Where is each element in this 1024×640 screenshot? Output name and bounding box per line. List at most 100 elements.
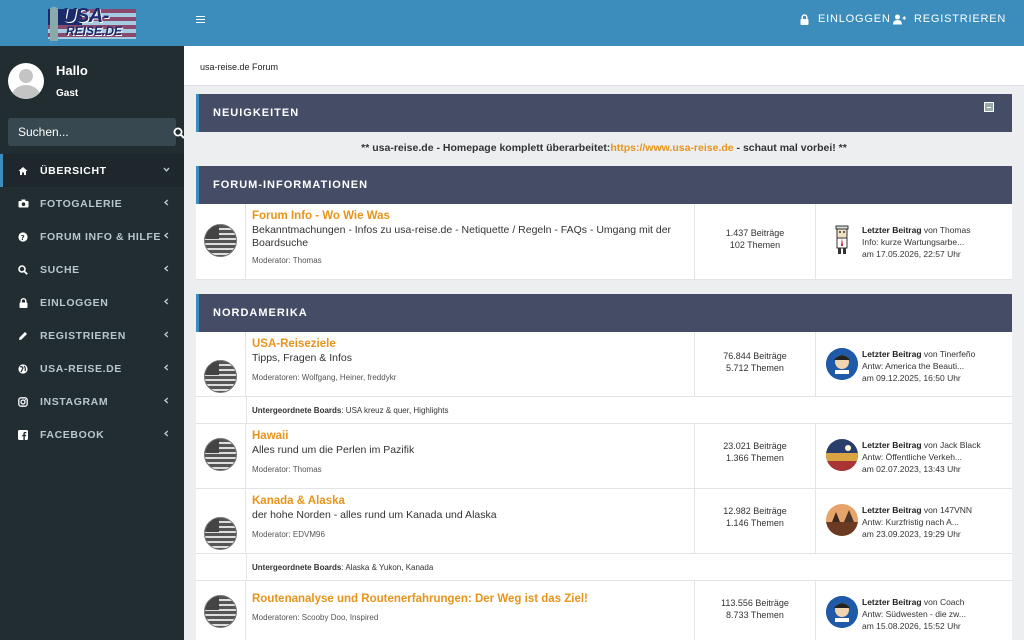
- register-link[interactable]: REGISTRIEREN: [893, 13, 1006, 25]
- sidebar-item-label: FORUM INFO & HILFE: [40, 230, 162, 243]
- board-topics: 8.733 Themen: [726, 610, 784, 620]
- board-title-link[interactable]: Forum Info - Wo Wie Was: [252, 210, 692, 222]
- login-link[interactable]: EINLOGGEN: [800, 13, 891, 25]
- board-moderator: Moderator: EDVM96: [252, 530, 325, 539]
- sub-boards-links[interactable]: : USA kreuz & quer, Highlights: [341, 406, 448, 415]
- last-post-author[interactable]: von Thomas: [922, 225, 971, 235]
- sidebar-item-label: ÜBERSICHT: [40, 164, 107, 177]
- board-topics: 5.712 Themen: [726, 363, 784, 373]
- user-name: Gast: [56, 88, 79, 99]
- chevron-left-icon: [163, 396, 170, 407]
- sidebar-toggle-icon[interactable]: [196, 16, 205, 23]
- sidebar-item-facebook[interactable]: FACEBOOK: [0, 418, 184, 451]
- board-info: USA-Reiseziele Tipps, Fragen & Infos Mod…: [252, 338, 692, 382]
- chevron-left-icon: [163, 264, 170, 275]
- board-stats: 1.437 Beiträge 102 Themen: [694, 204, 816, 279]
- chevron-left-icon: [163, 297, 170, 308]
- last-post-topic[interactable]: Antw: America the Beauti...: [862, 360, 1010, 372]
- sub-boards-label: Untergeordnete Boards: [252, 405, 342, 415]
- last-post-topic[interactable]: Antw: Öffentliche Verkeh...: [862, 451, 1010, 463]
- last-post-author[interactable]: von Coach: [922, 597, 965, 607]
- last-post-date: am 02.07.2023, 13:43 Uhr: [862, 464, 961, 474]
- board-stats: 76.844 Beiträge 5.712 Themen: [694, 332, 816, 396]
- board-info: Hawaii Alles rund um die Perlen im Pazif…: [252, 430, 692, 474]
- news-panel: NEUIGKEITEN: [196, 94, 1012, 132]
- sidebar-item-forum-info[interactable]: ? FORUM INFO & HILFE: [0, 220, 184, 253]
- sidebar-item-suche[interactable]: SUCHE: [0, 253, 184, 286]
- sidebar-item-registrieren[interactable]: REGISTRIEREN: [0, 319, 184, 352]
- board-title-link[interactable]: Kanada & Alaska: [252, 495, 692, 507]
- board-posts: 1.437 Beiträge: [725, 228, 785, 238]
- question-circle-icon: ?: [17, 231, 29, 243]
- news-link[interactable]: https://www.usa-reise.de: [610, 142, 733, 154]
- news-text-before: ** usa-reise.de - Homepage komplett über…: [361, 142, 611, 154]
- last-post-label: Letzter Beitrag: [862, 440, 922, 450]
- sub-boards-links[interactable]: : Alaska & Yukon, Kanada: [341, 563, 433, 572]
- board-title-link[interactable]: USA-Reiseziele: [252, 338, 692, 350]
- board-globe-icon: [204, 224, 237, 257]
- last-post-avatar[interactable]: [826, 596, 858, 628]
- pencil-icon: [17, 330, 29, 342]
- last-post-date: am 09.12.2025, 16:50 Uhr: [862, 373, 961, 383]
- board-posts: 113.556 Beiträge: [721, 598, 789, 608]
- last-post-text: Letzter Beitrag von Coach Antw: Südweste…: [862, 596, 1010, 632]
- breadcrumb[interactable]: usa-reise.de Forum: [200, 62, 278, 72]
- last-post-avatar[interactable]: [826, 504, 858, 536]
- last-post-author[interactable]: von Jack Black: [922, 440, 981, 450]
- news-header: NEUIGKEITEN: [196, 94, 1012, 132]
- category-header[interactable]: NORDAMERIKA: [196, 294, 1012, 332]
- board-posts: 76.844 Beiträge: [723, 351, 787, 361]
- news-title: NEUIGKEITEN: [213, 107, 300, 119]
- last-post-author[interactable]: von Tinerfeño: [922, 349, 976, 359]
- board-row: Hawaii Alles rund um die Perlen im Pazif…: [196, 424, 1012, 489]
- login-label: EINLOGGEN: [818, 13, 891, 25]
- lock-icon: [800, 13, 810, 25]
- board-row: Kanada & Alaska der hohe Norden - alles …: [196, 489, 1012, 554]
- category-header[interactable]: FORUM-INFORMATIONEN: [196, 166, 1012, 204]
- sub-boards-row: Untergeordnete Boards: USA kreuz & quer,…: [196, 397, 1012, 424]
- board-last-post: Letzter Beitrag von Coach Antw: Südweste…: [818, 581, 1012, 640]
- logo-text-line2: REISE.DE: [66, 24, 123, 38]
- last-post-text: Letzter Beitrag von Jack Black Antw: Öff…: [862, 439, 1010, 475]
- facebook-icon: [17, 429, 29, 441]
- board-moderator: Moderatoren: Scooby Doo, Inspired: [252, 613, 379, 622]
- category-forum-info: FORUM-INFORMATIONEN Forum Info - Wo Wie …: [196, 166, 1012, 280]
- board-topics: 1.146 Themen: [726, 518, 784, 528]
- search-input[interactable]: [18, 125, 173, 139]
- last-post-avatar[interactable]: [826, 224, 858, 256]
- last-post-label: Letzter Beitrag: [862, 225, 922, 235]
- sidebar-item-einloggen[interactable]: EINLOGGEN: [0, 286, 184, 319]
- sidebar-item-instagram[interactable]: INSTAGRAM: [0, 385, 184, 418]
- sidebar-item-uebersicht[interactable]: ÜBERSICHT: [0, 154, 184, 187]
- sidebar-item-usa-reise[interactable]: USA-REISE.DE: [0, 352, 184, 385]
- board-topics: 1.366 Themen: [726, 453, 784, 463]
- last-post-date: am 23.09.2023, 19:29 Uhr: [862, 529, 961, 539]
- last-post-topic[interactable]: Info: kurze Wartungsarbe...: [862, 236, 1010, 248]
- sidebar-item-fotogalerie[interactable]: FOTOGALERIE: [0, 187, 184, 220]
- user-panel: Hallo Gast: [0, 46, 184, 116]
- site-logo[interactable]: USA- REISE.DE: [48, 5, 136, 41]
- sidebar-item-label: REGISTRIEREN: [40, 329, 126, 342]
- last-post-avatar[interactable]: [826, 348, 858, 380]
- category-nordamerika: NORDAMERIKA USA-Reiseziele Tipps, Fragen…: [196, 294, 1012, 640]
- last-post-topic[interactable]: Antw: Südwesten - die zw...: [862, 608, 1010, 620]
- collapse-icon[interactable]: [984, 102, 994, 112]
- board-stats: 113.556 Beiträge 8.733 Themen: [694, 581, 816, 640]
- globe-icon: [17, 363, 29, 375]
- svg-text:?: ?: [21, 234, 26, 242]
- last-post-label: Letzter Beitrag: [862, 597, 922, 607]
- main-content: usa-reise.de Forum NEUIGKEITEN ** usa-re…: [184, 46, 1024, 640]
- board-title-link[interactable]: Hawaii: [252, 430, 692, 442]
- last-post-text: Letzter Beitrag von 147VNN Antw: Kurzfri…: [862, 504, 1010, 540]
- news-text-after: - schaut mal vorbei! **: [733, 142, 847, 154]
- lock-icon: [17, 297, 29, 309]
- sidebar-item-label: FOTOGALERIE: [40, 197, 123, 210]
- last-post-author[interactable]: von 147VNN: [922, 505, 972, 515]
- sidebar-item-label: SUCHE: [40, 263, 80, 276]
- board-description: der hohe Norden - alles rund um Kanada u…: [252, 509, 497, 521]
- board-info: Forum Info - Wo Wie Was Bekanntmachungen…: [252, 210, 692, 265]
- search-icon: [17, 264, 29, 276]
- last-post-topic[interactable]: Antw: Kurzfristig nach A...: [862, 516, 1010, 528]
- last-post-avatar[interactable]: [826, 439, 858, 471]
- board-title-link[interactable]: Routenanalyse und Routenerfahrungen: Der…: [252, 593, 692, 605]
